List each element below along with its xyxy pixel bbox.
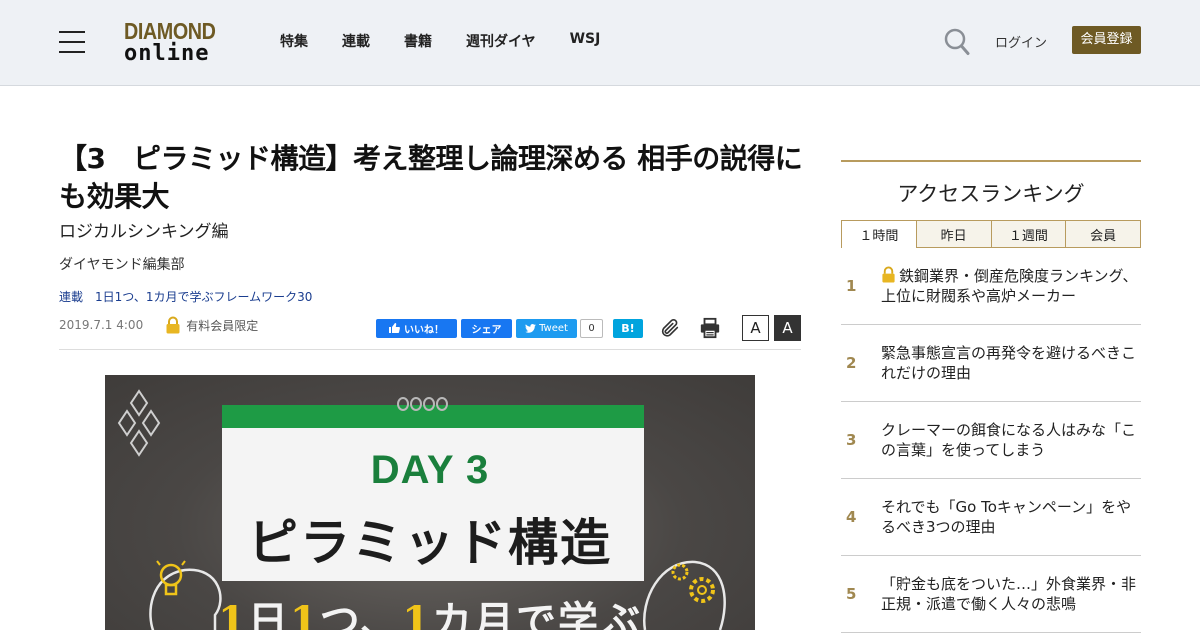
site-logo[interactable]: DIAMOND online [124,20,228,65]
ranking-item[interactable]: 1 鉄鋼業界・倒産危険度ランキング、上位に財閥系や高炉メーカー [841,248,1141,325]
register-button[interactable]: 会員登録 [1072,26,1141,54]
meta-divider [59,349,801,350]
font-size-small-button[interactable]: A [742,315,769,341]
article-date: 2019.7.1 4:00 [59,318,144,332]
logo-line2: online [124,41,210,66]
ranking-number: 2 [846,354,857,372]
hero-day-label: DAY 3 [370,448,490,492]
nav-item-books[interactable]: 書籍 [404,31,432,51]
tweet-count: 0 [580,318,603,338]
nav-item-weekly[interactable]: 週刊ダイヤ [466,31,536,51]
article-title: 【3 ピラミッド構造】考え整理し論理深める 相手の説得にも効果大 [59,142,803,213]
nav-item-wsj[interactable]: WSJ [570,31,601,51]
site-header: DIAMOND online 特集 連載 書籍 週刊ダイヤ WSJ ログイン 会… [0,0,1200,86]
thumbs-up-icon [389,323,400,333]
ranking-item[interactable]: 5 「貯金も底をついた…」外食業界・非正規・派遣で働く人々の悲鳴 [841,556,1141,633]
facebook-like-button[interactable]: いいね！ [376,318,457,338]
search-icon[interactable] [944,28,970,56]
main-nav: 特集 連載 書籍 週刊ダイヤ WSJ [280,31,634,51]
tab-1-hour[interactable]: １時間 [841,220,917,248]
article-author[interactable]: ダイヤモンド編集部 [59,254,185,274]
article-meta: 2019.7.1 4:00 有料会員限定 [59,316,258,334]
tab-members[interactable]: 会員 [1066,220,1141,248]
ranking-number: 1 [846,277,857,295]
ranking-title: アクセスランキング [897,182,1085,206]
twitter-bird-icon [525,323,536,333]
share-bar: いいね！ シェア Tweet 0 B! [376,318,643,338]
menu-icon[interactable] [59,31,85,53]
hatena-bookmark-button[interactable]: B! [613,318,643,338]
nav-item-feature[interactable]: 特集 [280,31,308,51]
ranking-text: 鉄鋼業界・倒産危険度ランキング、上位に財閥系や高炉メーカー [881,266,1138,305]
series-name[interactable]: 1日1つ、1カ月で学ぶフレームワーク30 [95,290,312,304]
tab-yesterday[interactable]: 昨日 [916,220,992,248]
login-link[interactable]: ログイン [995,32,1047,51]
nav-item-series[interactable]: 連載 [342,31,370,51]
tab-1-week[interactable]: １週間 [991,220,1067,248]
access-ranking: アクセスランキング １時間 昨日 １週間 会員 1 鉄鋼業界・倒産危険度ランキン… [841,160,1141,633]
ranking-item[interactable]: 2 緊急事態宣言の再発令を避けるべきこれだけの理由 [841,325,1141,402]
gears-icon [643,560,726,630]
series-breadcrumb: 連載 1日1つ、1カ月で学ぶフレームワーク30 [59,288,312,305]
facebook-share-button[interactable]: シェア [461,318,512,338]
article-subtitle: ロジカルシンキング編 [59,222,229,242]
ranking-number: 4 [846,508,857,526]
lock-icon [882,266,895,283]
ranking-text: クレーマーの餌食になる人はみな「この言葉」を使ってしまう [881,421,1137,459]
ranking-tabs: １時間 昨日 １週間 会員 [841,220,1141,248]
ranking-item[interactable]: 3 クレーマーの餌食になる人はみな「この言葉」を使ってしまう [841,402,1141,479]
members-only-badge: 有料会員限定 [186,318,259,333]
series-label[interactable]: 連載 [59,290,83,304]
hero-image: DAY 3 ピラミッド構造 1日1つ、1カ月で学ぶ [105,375,755,630]
print-icon[interactable] [699,317,721,339]
calendar-rings-icon [397,397,448,411]
lock-icon [166,316,180,334]
ranking-number: 5 [846,585,857,603]
logo-line1: DIAMOND [124,18,216,44]
ranking-text: それでも「Go Toキャンペーン」をやるべき3つの理由 [881,498,1132,536]
font-size-large-button[interactable]: A [774,315,801,341]
ranking-text: 緊急事態宣言の再発令を避けるべきこれだけの理由 [881,344,1137,382]
ranking-text: 「貯金も底をついた…」外食業界・非正規・派遣で働く人々の悲鳴 [881,575,1137,613]
tweet-button[interactable]: Tweet [516,318,577,338]
ranking-number: 3 [846,431,857,449]
ranking-item[interactable]: 4 それでも「Go Toキャンペーン」をやるべき3つの理由 [841,479,1141,556]
paperclip-icon[interactable] [659,317,681,339]
lightbulb-icon [149,560,222,630]
